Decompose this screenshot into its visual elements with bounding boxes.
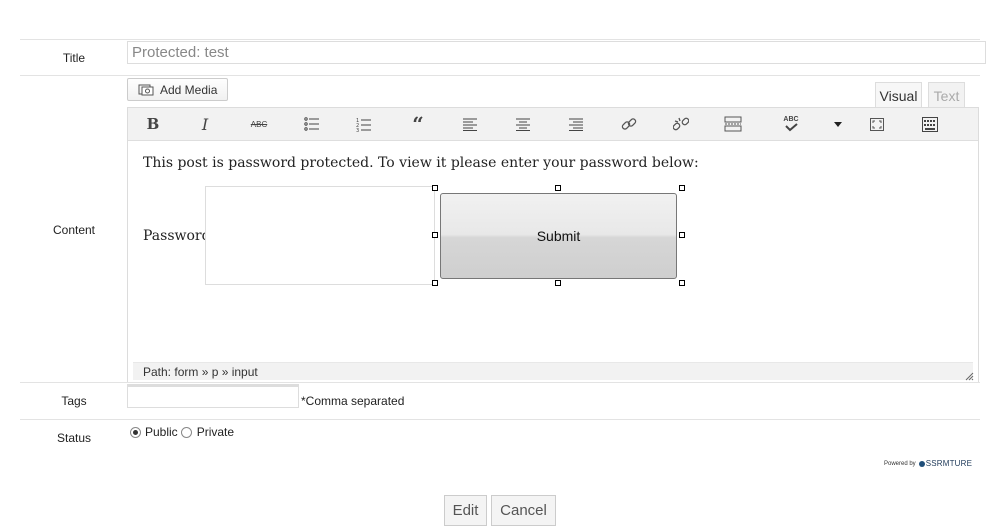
divider bbox=[20, 75, 980, 76]
powered-by-text: Powered by bbox=[884, 460, 916, 467]
powered-by: Powered by SSRMTURE bbox=[884, 459, 972, 468]
dropdown-arrow-icon[interactable] bbox=[827, 115, 849, 133]
link-icon[interactable] bbox=[618, 115, 640, 133]
numbered-list-icon[interactable]: 123 bbox=[353, 115, 375, 133]
blockquote-icon[interactable]: “ bbox=[407, 112, 429, 136]
resize-handle[interactable] bbox=[432, 185, 438, 191]
status-option-label: Public bbox=[145, 425, 178, 439]
divider bbox=[20, 39, 980, 40]
align-right-icon[interactable] bbox=[565, 115, 587, 133]
status-options: Public Private bbox=[130, 425, 234, 439]
editor-content[interactable]: This post is password protected. To view… bbox=[128, 141, 978, 361]
add-media-label: Add Media bbox=[160, 82, 218, 97]
resize-handle[interactable] bbox=[555, 280, 561, 286]
svg-text:3: 3 bbox=[356, 128, 359, 132]
title-label: Title bbox=[62, 51, 86, 65]
resize-handle[interactable] bbox=[432, 232, 438, 238]
divider bbox=[20, 382, 980, 383]
brand-logo-icon bbox=[918, 460, 925, 467]
kitchen-sink-icon[interactable] bbox=[919, 115, 941, 133]
spellcheck-icon[interactable]: ABC bbox=[780, 115, 802, 133]
italic-icon[interactable]: I bbox=[194, 115, 216, 134]
media-icon bbox=[138, 84, 154, 96]
tags-hint: *Comma separated bbox=[301, 394, 405, 408]
divider bbox=[20, 419, 980, 420]
align-center-icon[interactable] bbox=[512, 115, 534, 133]
strikethrough-icon[interactable]: ABC bbox=[248, 115, 270, 133]
add-media-button[interactable]: Add Media bbox=[127, 78, 228, 101]
status-radio-private[interactable] bbox=[180, 426, 192, 438]
resize-handle[interactable] bbox=[432, 280, 438, 286]
rich-text-editor: B I ABC 123 “ ABC This post is password … bbox=[127, 107, 979, 383]
tags-input[interactable] bbox=[127, 384, 299, 408]
submit-button[interactable]: Submit bbox=[440, 193, 677, 279]
brand-name: SSRMTURE bbox=[925, 459, 973, 468]
status-label: Status bbox=[56, 431, 92, 445]
align-left-icon[interactable] bbox=[459, 115, 481, 133]
edit-button[interactable]: Edit bbox=[444, 495, 487, 526]
password-input[interactable] bbox=[205, 186, 435, 285]
resize-handle[interactable] bbox=[679, 280, 685, 286]
fullscreen-icon[interactable] bbox=[866, 115, 888, 133]
resize-handle[interactable] bbox=[679, 185, 685, 191]
bold-icon[interactable]: B bbox=[142, 115, 164, 133]
editor-toolbar: B I ABC 123 “ ABC bbox=[128, 108, 978, 141]
content-label: Content bbox=[52, 223, 96, 237]
element-path: Path: form » p » input bbox=[133, 362, 973, 380]
bullet-list-icon[interactable] bbox=[301, 115, 323, 133]
cancel-button[interactable]: Cancel bbox=[491, 495, 556, 526]
status-option-label: Private bbox=[196, 425, 235, 439]
unlink-icon[interactable] bbox=[670, 115, 692, 133]
tab-text[interactable]: Text bbox=[928, 82, 965, 108]
resize-handle[interactable] bbox=[555, 185, 561, 191]
protected-message: This post is password protected. To view… bbox=[143, 155, 699, 171]
tags-label: Tags bbox=[61, 394, 87, 408]
tab-visual[interactable]: Visual bbox=[875, 82, 922, 108]
title-input[interactable]: Protected: test bbox=[127, 41, 986, 64]
resize-grip-icon[interactable] bbox=[964, 371, 974, 381]
read-more-icon[interactable] bbox=[722, 115, 744, 133]
resize-handle[interactable] bbox=[679, 232, 685, 238]
status-radio-public[interactable] bbox=[130, 426, 141, 438]
spellcheck-label: ABC bbox=[783, 116, 799, 123]
